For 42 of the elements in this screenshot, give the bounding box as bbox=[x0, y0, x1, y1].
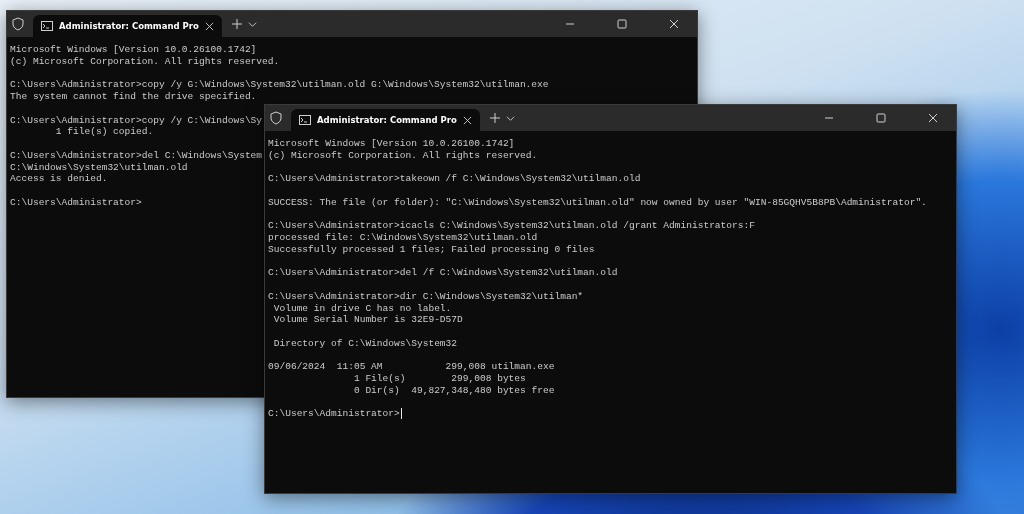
console-line: Directory of C:\Windows\System32 bbox=[272, 337, 458, 350]
console-line: Microsoft Windows [Version 10.0.26100.1742] bbox=[268, 138, 515, 150]
terminal-icon bbox=[299, 115, 311, 125]
close-icon[interactable] bbox=[204, 21, 214, 31]
close-icon[interactable] bbox=[669, 19, 679, 29]
terminal-icon bbox=[41, 21, 53, 31]
console-line: C:\Windows\System32\utilman.old bbox=[10, 161, 188, 174]
maximize-icon[interactable] bbox=[876, 113, 886, 123]
console-line: C:\Users\Administrator>dir C:\Windows\System32\utilman* bbox=[268, 290, 584, 303]
console-line: C:\Users\Administrator>copy /y G:\Windows\System32\utilman.old G:\Windows\System32\utilman.exe bbox=[10, 79, 549, 91]
close-icon[interactable] bbox=[928, 113, 938, 123]
shield-icon bbox=[11, 17, 25, 31]
plus-icon[interactable] bbox=[489, 113, 500, 123]
console-line: C:\Users\Administrator> bbox=[268, 408, 400, 420]
console-line: The system cannot find the drive specified. bbox=[10, 91, 257, 103]
shield-icon bbox=[269, 111, 283, 125]
console-line: Volume Serial Number is 32E9-D57D bbox=[272, 314, 463, 326]
console-line: 1 file(s) copied. bbox=[54, 126, 154, 138]
console-line: 1 File(s) 299,008 bytes bbox=[352, 373, 526, 385]
chevron-down-icon[interactable] bbox=[505, 113, 515, 123]
console-line: C:\Users\Administrator>del C:\Windows\System bbox=[10, 149, 263, 162]
plus-icon[interactable] bbox=[231, 19, 242, 29]
maximize-icon[interactable] bbox=[617, 19, 627, 29]
terminal-tab[interactable]: Administrator: Command Pro bbox=[291, 109, 480, 131]
console-line: (c) Microsoft Corporation. All rights reserved. bbox=[10, 55, 280, 68]
console-line: (c) Microsoft Corporation. All rights reserved. bbox=[268, 149, 538, 162]
console-line: C:\Users\Administrator>del /f C:\Windows\System32\utilman.old bbox=[268, 267, 618, 279]
console-line: C:\Users\Administrator>takeown /f C:\Windows\System32\utilman.old bbox=[268, 173, 641, 185]
console-line: C:\Users\Administrator>copy /y C:\Windows\Sy bbox=[10, 114, 263, 127]
console-line: Access is denied. bbox=[10, 173, 108, 185]
console-line: SUCCESS: The file (or folder): "C:\Windows\System32\utilman.old" now owned by user "WIN-85GQHV5B8PB\Administrator". bbox=[268, 196, 927, 209]
close-icon[interactable] bbox=[462, 115, 472, 125]
console-line: Microsoft Windows [Version 10.0.26100.1742] bbox=[10, 44, 257, 56]
chevron-down-icon[interactable] bbox=[247, 19, 257, 29]
console-line: 0 Dir(s) 49,827,348,480 bytes free bbox=[352, 384, 555, 397]
console-line: Successfully processed 1 files; Failed processing 0 files bbox=[268, 243, 595, 256]
console-line: Volume in drive C has no label. bbox=[272, 302, 452, 315]
console-line: C:\Users\Administrator>icacls C:\Windows\System32\utilman.old /grant Administrators:F bbox=[268, 220, 755, 232]
console-line: processed file: C:\Windows\System32\utilman.old bbox=[268, 232, 538, 244]
console-line: 09/06/2024 11:05 AM 299,008 utilman.exe bbox=[268, 361, 555, 373]
terminal-tab[interactable]: Administrator: Command Pro bbox=[33, 15, 222, 37]
console-line: C:\Users\Administrator> bbox=[10, 196, 142, 209]
